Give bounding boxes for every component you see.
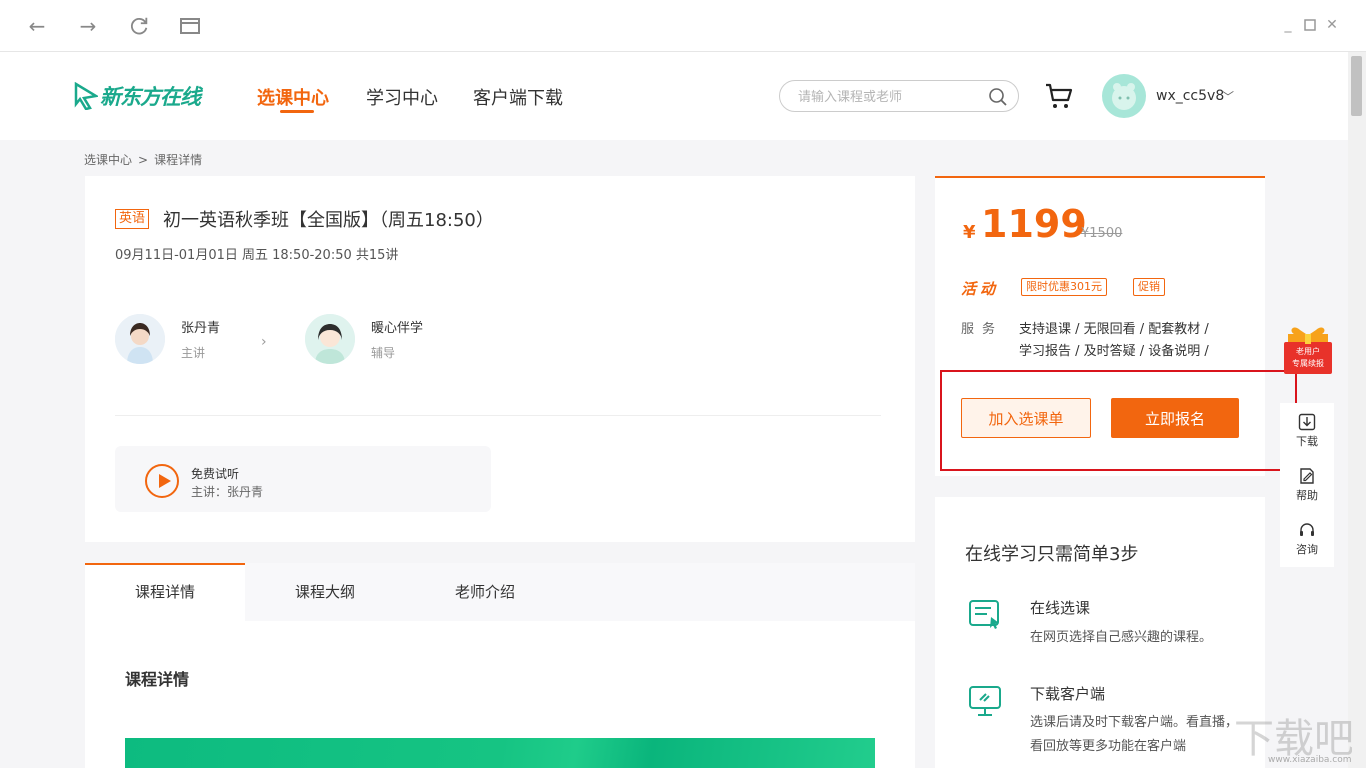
gift-label-line1: 老用户 xyxy=(1296,347,1320,356)
teacher-main[interactable]: 张丹青 主讲 xyxy=(115,314,220,364)
watermark-url: www.xiazaiba.com xyxy=(1268,755,1352,765)
minimize-icon[interactable]: _ xyxy=(1280,16,1296,34)
scrollbar-thumb[interactable] xyxy=(1351,56,1362,116)
step-1-desc: 在网页选择自己感兴趣的课程。 xyxy=(1030,630,1213,645)
course-schedule: 09月11日-01月01日 周五 18:50-20:50 共15讲 xyxy=(115,248,399,263)
logo[interactable]: 新东方在线 xyxy=(74,76,201,116)
steps-title: 在线学习只需简单3步 xyxy=(965,544,1139,565)
trial-lecturer: 主讲：张丹青 xyxy=(191,485,264,499)
breadcrumb-course-center[interactable]: 选课中心 xyxy=(84,153,132,167)
side-consult-label: 咨询 xyxy=(1296,543,1318,556)
side-help-label: 帮助 xyxy=(1296,489,1318,502)
logo-icon xyxy=(74,82,98,110)
assistant-avatar xyxy=(305,314,355,364)
teacher-avatar xyxy=(115,314,165,364)
divider xyxy=(115,415,881,416)
download-client-icon xyxy=(969,686,1001,716)
activity-label: 活动 xyxy=(961,280,1000,298)
returning-user-gift[interactable]: 老用户 专属续报 xyxy=(1282,322,1334,376)
service-line-2: 学习报告 / 及时答疑 / 设备说明 / xyxy=(1019,344,1209,359)
course-info-card: 英语 初一英语秋季班【全国版】（周五18:50） 09月11日-01月01日 周… xyxy=(85,176,915,542)
service-label: 服务 xyxy=(961,322,1004,337)
assistant-role: 辅导 xyxy=(371,346,396,360)
breadcrumb-course-detail: 课程详情 xyxy=(154,153,203,167)
side-toolbar: 下载 帮助 咨询 xyxy=(1280,403,1334,567)
logo-text: 新东方在线 xyxy=(100,85,201,109)
cart-icon[interactable] xyxy=(1043,80,1075,112)
nav-course-center[interactable]: 选课中心 xyxy=(257,84,329,110)
assistant-name: 暖心伴学 xyxy=(371,321,424,336)
detail-heading: 课程详情 xyxy=(125,670,190,689)
service-line-1: 支持退课 / 无限回看 / 配套教材 / xyxy=(1019,322,1209,337)
nav-study-center[interactable]: 学习中心 xyxy=(366,84,438,110)
step-1-title: 在线选课 xyxy=(1030,599,1091,617)
tab-teacher-intro[interactable]: 老师介绍 xyxy=(405,563,565,621)
steps-card: 在线学习只需简单3步 在线选课 在网页选择自己感兴趣的课程。 下载客户端 选课后… xyxy=(935,497,1265,768)
teacher-role: 主讲 xyxy=(181,346,206,360)
course-detail-content: 课程详情 xyxy=(85,621,915,768)
chevron-right-icon: › xyxy=(261,334,267,350)
teacher-assistant[interactable]: 暖心伴学 辅导 xyxy=(305,314,423,364)
gift-label-line2: 专属续报 xyxy=(1292,359,1324,368)
course-tabs: 课程详情 课程大纲 老师介绍 xyxy=(85,563,915,621)
headset-icon xyxy=(1300,523,1314,536)
side-download[interactable]: 下载 xyxy=(1280,413,1334,449)
download-icon xyxy=(1298,413,1316,431)
step-2-title: 下载客户端 xyxy=(1030,685,1106,703)
tab-syllabus[interactable]: 课程大纲 xyxy=(245,563,405,621)
side-help[interactable]: 帮助 xyxy=(1280,467,1334,503)
search-input[interactable] xyxy=(798,87,988,107)
forward-icon[interactable]: → xyxy=(76,14,100,38)
subject-tag: 英语 xyxy=(115,209,150,229)
free-trial-card[interactable]: 免费试听 主讲：张丹青 xyxy=(115,446,491,512)
chevron-down-icon[interactable]: ﹀ xyxy=(1222,88,1234,105)
add-to-cart-button[interactable]: 加入选课单 xyxy=(961,398,1091,438)
side-consult[interactable]: 咨询 xyxy=(1280,521,1334,557)
side-download-label: 下载 xyxy=(1296,435,1318,448)
window-icon[interactable] xyxy=(178,14,202,38)
window-toolbar: ← → _ ✕ xyxy=(0,0,1366,52)
step-2-desc: 选课后请及时下载客户端。看直播，看回放等更多功能在客户端 xyxy=(1030,715,1239,754)
help-icon xyxy=(1300,468,1314,484)
scrollbar[interactable] xyxy=(1348,52,1366,768)
detail-banner-image xyxy=(125,738,875,768)
original-price: ¥1500 xyxy=(1081,226,1123,241)
tab-course-detail[interactable]: 课程详情 xyxy=(85,563,245,621)
select-course-icon xyxy=(969,600,999,629)
search-box xyxy=(779,80,1019,112)
user-avatar[interactable] xyxy=(1102,74,1146,118)
refresh-icon[interactable] xyxy=(127,14,151,38)
nav-active-underline xyxy=(280,110,314,113)
course-title: 初一英语秋季班【全国版】（周五18:50） xyxy=(163,210,494,231)
maximize-icon[interactable] xyxy=(1302,16,1318,34)
play-icon[interactable] xyxy=(145,464,179,498)
breadcrumb: 选课中心 > 课程详情 xyxy=(84,151,208,168)
search-icon[interactable] xyxy=(988,87,1008,107)
discount-badge: 限时优惠301元 xyxy=(1021,278,1107,296)
promo-badge: 促销 xyxy=(1133,278,1165,296)
currency-symbol: ¥ xyxy=(963,222,976,243)
trial-title: 免费试听 xyxy=(191,467,240,481)
nav-client-download[interactable]: 客户端下载 xyxy=(473,84,563,110)
breadcrumb-separator: > xyxy=(138,153,149,167)
teacher-name: 张丹青 xyxy=(181,321,221,336)
site-header: 新东方在线 选课中心 学习中心 客户端下载 wx_cc5v8 ﹀ xyxy=(0,52,1348,140)
gift-label: 老用户 专属续报 xyxy=(1282,346,1334,370)
username[interactable]: wx_cc5v8 xyxy=(1156,88,1224,104)
back-icon[interactable]: ← xyxy=(25,14,49,38)
current-price: 1199 xyxy=(981,202,1087,246)
enroll-now-button[interactable]: 立即报名 xyxy=(1111,398,1239,438)
close-icon[interactable]: ✕ xyxy=(1324,16,1340,34)
